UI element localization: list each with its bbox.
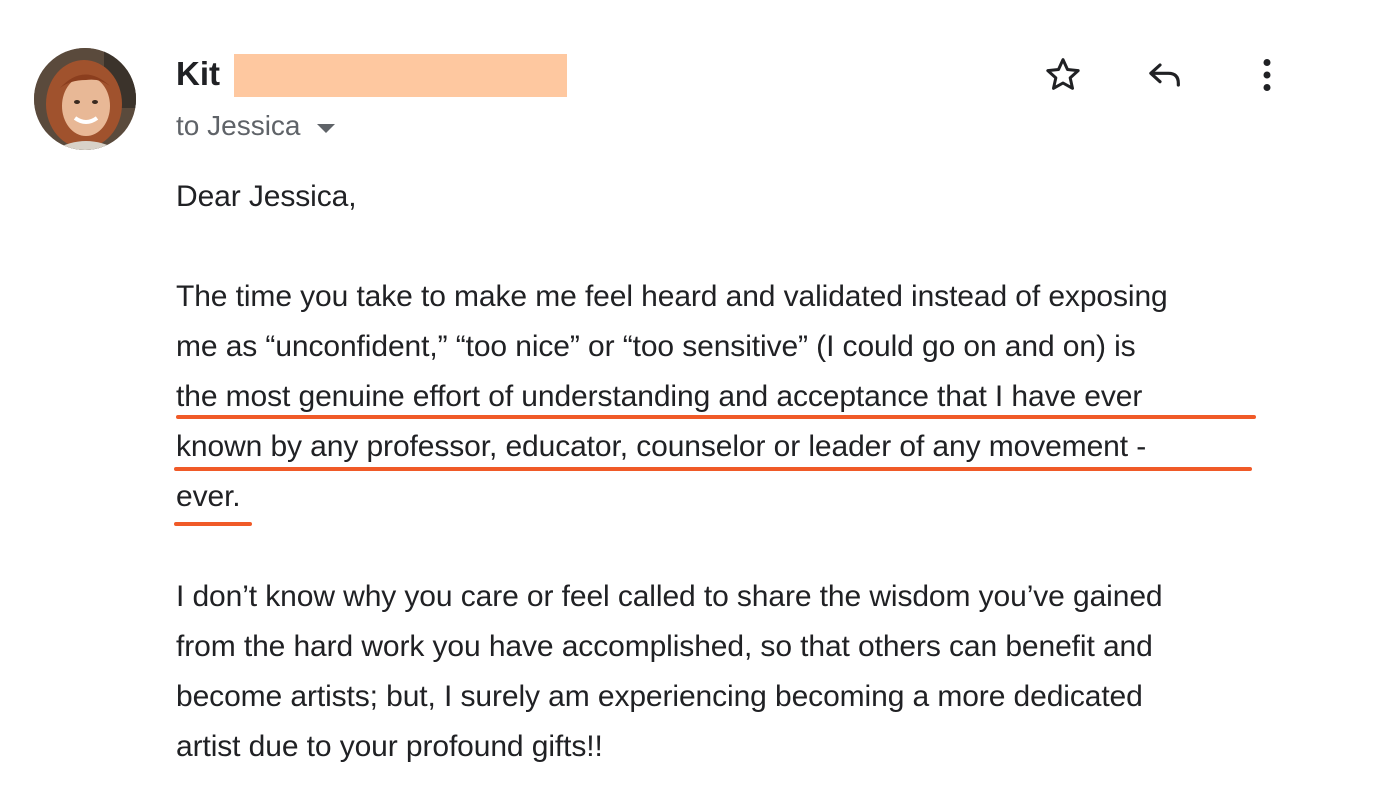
paragraph-1: The time you take to make me feel heard … (176, 272, 1326, 522)
more-vertical-icon (1263, 59, 1271, 91)
highlight-underline (174, 522, 252, 526)
greeting: Dear Jessica, (176, 180, 357, 213)
recipient-label: to Jessica (176, 110, 301, 141)
paragraph-2: I don’t know why you care or feel called… (176, 572, 1326, 772)
highlight-underline (174, 467, 1252, 471)
sender-name: Kit (176, 55, 220, 92)
paragraph-2-line-1: I don’t know why you care or feel called… (176, 580, 1163, 613)
paragraph-1-line-5: ever. (176, 480, 241, 513)
paragraph-1-line-4: known by any professor, educator, counse… (176, 430, 1147, 463)
reply-icon (1149, 63, 1180, 87)
avatar-photo (34, 48, 136, 150)
paragraph-1-line-2: me as “unconfident,” “too nice” or “too … (176, 330, 1136, 363)
star-outline-icon (1046, 58, 1080, 90)
caret-down-icon (316, 123, 335, 133)
paragraph-2-line-4: artist due to your profound gifts!! (176, 730, 603, 763)
highlight-underline (176, 415, 1256, 419)
paragraph-2-line-3: become artists; but, I surely am experie… (176, 680, 1143, 713)
recipient-details-toggle[interactable]: to Jessica (176, 106, 335, 146)
sender-avatar[interactable] (34, 48, 136, 150)
message-body: Dear Jessica, The time you take to make … (176, 172, 1326, 772)
paragraph-2-line-2: from the hard work you have accomplished… (176, 630, 1153, 663)
star-button[interactable] (1040, 52, 1086, 98)
more-options-button[interactable] (1244, 52, 1290, 98)
reply-button[interactable] (1142, 52, 1188, 98)
paragraph-1-line-1: The time you take to make me feel heard … (176, 280, 1168, 313)
redacted-email-address (234, 54, 567, 97)
